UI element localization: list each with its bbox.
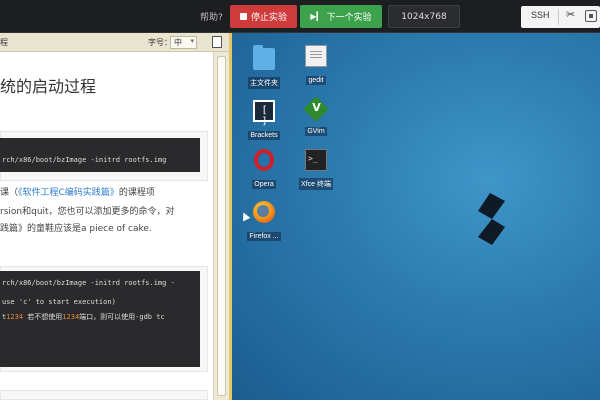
paragraph-line: 践篇》的童鞋应该是a piece of cake. (0, 224, 152, 234)
desktop-icon-label: GVim (305, 127, 327, 136)
opera-icon (254, 149, 274, 171)
desktop-icon-brackets[interactable]: Brackets (244, 100, 284, 141)
paragraph-line: 课（《软件工程C编码实践篇》的课程项 (0, 185, 155, 198)
vim-icon (303, 96, 329, 122)
brackets-icon (253, 100, 275, 127)
next-experiment-button[interactable]: ▶▎ 下一个实验 (300, 5, 382, 28)
document-panel: 程 字号： 中 统的启动过程 rch/x86/boot/bzImage -ini… (0, 33, 229, 400)
resolution-value: 1024x768 (401, 11, 447, 22)
desktop-icon-xfce-terminal[interactable]: Xfce 终端 (296, 149, 336, 190)
code-line: rch/x86/boot/bzImage -initrd rootfs.img … (2, 279, 175, 287)
desktop-icon-firefox[interactable]: Firefox ... (244, 201, 284, 242)
code-line: t1234 若不想使用1234端口，则可以使用-gdb tc (2, 312, 165, 322)
desktop-icon-label: Opera (252, 180, 276, 189)
paragraph-line: rsion和quit，您也可以添加更多的命令，对 (0, 207, 175, 217)
resolution-select[interactable]: 1024x768 (388, 5, 460, 28)
help-link[interactable]: 帮助? (200, 10, 223, 23)
paragraph-text: 的课程项 (118, 188, 155, 198)
text-editor-icon (305, 45, 327, 67)
skip-forward-icon: ▶▎ (310, 11, 323, 21)
terminal-icon (305, 149, 327, 171)
desktop-icon-opera[interactable]: Opera (244, 149, 284, 190)
document-header: 程 字号： 中 (0, 33, 229, 52)
course-link[interactable]: 《软件工程C编码实践篇》 (18, 188, 119, 198)
code-line: rch/x86/boot/bzImage -initrd rootfs.img (2, 156, 167, 164)
desktop-icon-label: Brackets (248, 131, 280, 140)
port-highlight: 1234 (62, 313, 80, 321)
code-block: rch/x86/boot/bzImage -initrd rootfs.img (0, 138, 200, 172)
firefox-icon (253, 201, 275, 223)
stop-experiment-button[interactable]: 停止实验 (230, 5, 297, 28)
toolbar-divider (558, 9, 559, 25)
stop-experiment-label: 停止实验 (250, 13, 287, 23)
document-title: 程 (0, 38, 8, 47)
document-body: 统的启动过程 rch/x86/boot/bzImage -initrd root… (0, 52, 213, 400)
right-tools-group: SSH ✂ (521, 6, 600, 28)
stop-icon (239, 13, 247, 20)
ssh-button[interactable]: SSH (531, 10, 550, 20)
fullscreen-icon[interactable] (585, 10, 597, 22)
document-scrollbar[interactable] (213, 52, 229, 400)
desktop-icon-label: Xfce 终端 (299, 178, 333, 190)
document-icon[interactable] (212, 36, 222, 48)
section-heading: 统的启动过程 (0, 77, 97, 96)
desktop-icon-label: gedit (306, 76, 326, 85)
desktop-icon-gvim[interactable]: GVim (296, 96, 336, 137)
folder-icon (253, 45, 275, 70)
port-highlight: 1234 (6, 313, 24, 321)
desktop-icon-gedit[interactable]: gedit (296, 45, 336, 86)
top-toolbar: 帮助? 停止实验 ▶▎ 下一个实验 1024x768 SSH ✂ (0, 0, 600, 33)
font-size-label: 字号： (148, 38, 172, 47)
code-line: use 'c' to start execution) (2, 298, 116, 306)
code-text: 端口，则可以使用-gdb tc (79, 313, 165, 321)
tools-icon[interactable]: ✂ (566, 8, 575, 21)
shiyanlou-logo (478, 193, 505, 245)
scrollbar-thumb[interactable] (217, 56, 226, 396)
next-experiment-label: 下一个实验 (326, 13, 372, 23)
code-card (0, 390, 208, 400)
desktop-icon-home-folder[interactable]: 主文件夹 (244, 45, 284, 89)
vm-desktop[interactable]: 主文件夹 gedit Brackets GVim Opera Xfce 终端 F… (232, 33, 600, 400)
desktop-icon-label: 主文件夹 (248, 77, 280, 89)
desktop-icon-label: Firefox ... (247, 232, 281, 241)
font-size-select[interactable]: 中 (170, 36, 197, 49)
paragraph-text: 课（ (0, 188, 19, 198)
code-block: rch/x86/boot/bzImage -initrd rootfs.img … (0, 271, 200, 367)
code-text: 若不想使用 (23, 313, 63, 321)
